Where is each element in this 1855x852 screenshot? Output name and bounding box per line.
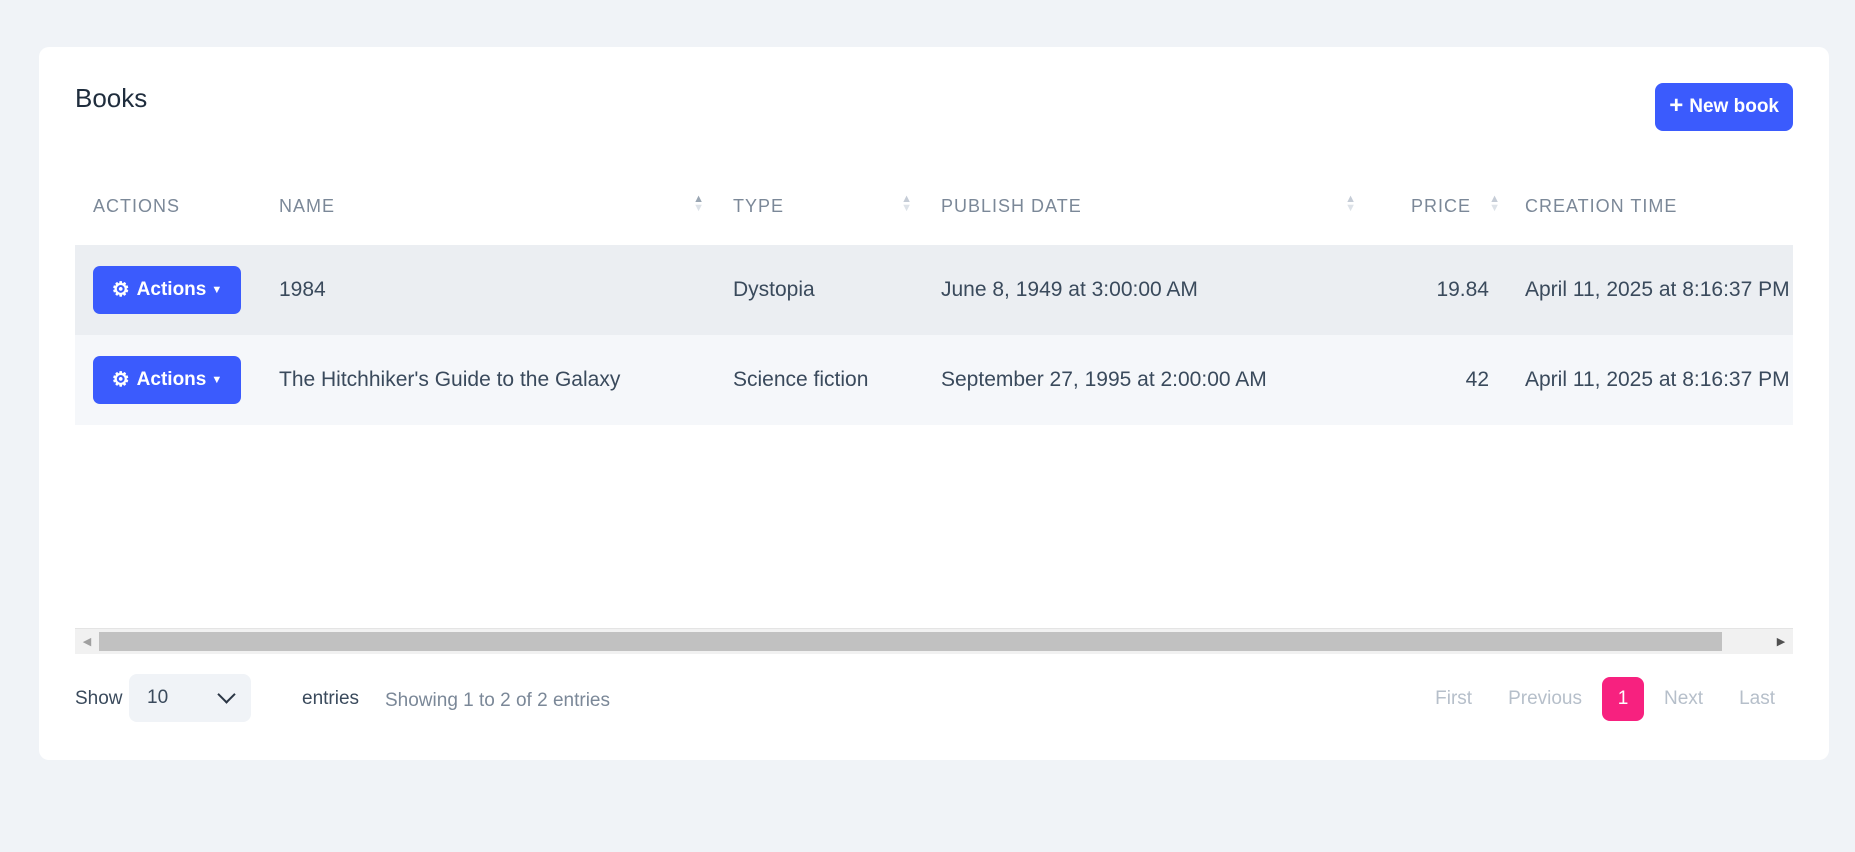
header-type[interactable]: TYPE ▲ ▼ [715, 167, 923, 245]
page-size-select[interactable]: 10 [129, 674, 251, 722]
sort-icon: ▲ ▼ [901, 193, 913, 214]
table-header-row: ACTIONS NAME ▲ ▼ TYPE ▲ ▼ PUBLISH DATE ▲ ▼ [75, 167, 1793, 245]
price-cell: 42 [1367, 335, 1507, 425]
header-publish-date-label: PUBLISH DATE [941, 195, 1082, 216]
pagination-previous[interactable]: Previous [1490, 677, 1600, 721]
books-card: Books + New book ACTIONS NAME ▲ ▼ TYPE ▲… [39, 47, 1829, 760]
table-row: ⚙ Actions ▼ The Hitchhiker's Guide to th… [75, 335, 1793, 425]
scroll-left-icon[interactable]: ◀ [75, 629, 99, 654]
pagination-current-page[interactable]: 1 [1602, 677, 1644, 721]
actions-cell: ⚙ Actions ▼ [75, 335, 261, 425]
new-book-button[interactable]: + New book [1655, 83, 1793, 131]
creation-time-cell: April 11, 2025 at 8:16:37 PM [1507, 335, 1793, 425]
price-cell: 19.84 [1367, 245, 1507, 335]
caret-down-icon: ▼ [211, 284, 223, 296]
pagination-next[interactable]: Next [1646, 677, 1721, 721]
type-cell: Dystopia [715, 245, 923, 335]
publish-date-cell: June 8, 1949 at 3:00:00 AM [923, 245, 1367, 335]
entries-info: Showing 1 to 2 of 2 entries [385, 690, 610, 711]
pagination-first[interactable]: First [1417, 677, 1490, 721]
header-name[interactable]: NAME ▲ ▼ [261, 167, 715, 245]
sort-icon: ▲ ▼ [693, 193, 705, 214]
name-cell: The Hitchhiker's Guide to the Galaxy [261, 335, 715, 425]
books-table-wrapper: ACTIONS NAME ▲ ▼ TYPE ▲ ▼ PUBLISH DATE ▲ ▼ [75, 167, 1793, 425]
caret-down-icon: ▼ [211, 374, 223, 386]
show-label: Show [75, 688, 123, 709]
name-cell: 1984 [261, 245, 715, 335]
header-name-label: NAME [279, 195, 336, 216]
header-publish-date[interactable]: PUBLISH DATE ▲ ▼ [923, 167, 1367, 245]
gear-icon: ⚙ [111, 279, 130, 301]
books-table: ACTIONS NAME ▲ ▼ TYPE ▲ ▼ PUBLISH DATE ▲ ▼ [75, 167, 1793, 425]
actions-label: Actions [136, 279, 207, 300]
page-title: Books [75, 83, 148, 113]
creation-time-cell: April 11, 2025 at 8:16:37 PM [1507, 245, 1793, 335]
chevron-down-icon [217, 685, 236, 704]
actions-dropdown-button[interactable]: ⚙ Actions ▼ [93, 356, 241, 404]
actions-cell: ⚙ Actions ▼ [75, 245, 261, 335]
page-size-value: 10 [147, 687, 169, 708]
plus-icon: + [1669, 92, 1684, 119]
publish-date-cell: September 27, 1995 at 2:00:00 AM [923, 335, 1367, 425]
new-book-label: New book [1689, 96, 1779, 117]
sort-icon: ▲ ▼ [1489, 193, 1501, 214]
type-cell: Science fiction [715, 335, 923, 425]
scroll-right-icon[interactable]: ▶ [1769, 629, 1793, 654]
header-price-label: PRICE [1410, 195, 1471, 216]
entries-label: entries [302, 688, 360, 709]
sort-icon: ▲ ▼ [1345, 193, 1357, 214]
horizontal-scrollbar[interactable]: ◀ ▶ [75, 628, 1793, 654]
header-actions: ACTIONS [93, 195, 181, 216]
actions-dropdown-button[interactable]: ⚙ Actions ▼ [93, 266, 241, 314]
header-creation-time[interactable]: CREATION TIME [1507, 167, 1793, 245]
pagination: First Previous 1 Next Last [1417, 677, 1793, 721]
header-type-label: TYPE [733, 195, 785, 216]
gear-icon: ⚙ [111, 369, 130, 391]
table-footer: Show 10 entries Showing 1 to 2 of 2 entr… [75, 674, 1793, 724]
table-row: ⚙ Actions ▼ 1984 Dystopia June 8, 1949 a… [75, 245, 1793, 335]
pagination-last[interactable]: Last [1721, 677, 1793, 721]
header-price[interactable]: PRICE ▲ ▼ [1367, 167, 1507, 245]
actions-label: Actions [136, 369, 207, 390]
scrollbar-thumb[interactable] [99, 632, 1722, 651]
